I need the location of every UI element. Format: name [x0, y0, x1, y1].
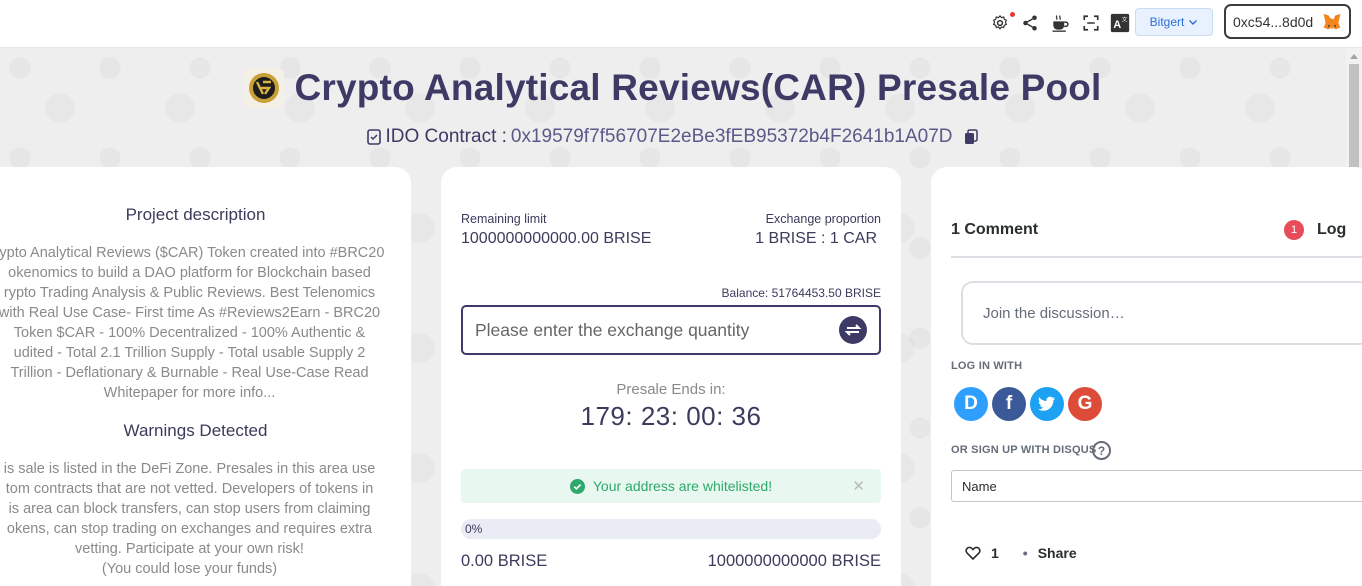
- network-selector[interactable]: Bitgert: [1135, 8, 1213, 36]
- warning-line: is sale is listed in the DeFi Zone. Pres…: [3, 461, 376, 477]
- disqus-login-icon[interactable]: D: [954, 387, 988, 421]
- project-info-card: Project description rypto Analytical Rev…: [0, 167, 411, 586]
- bullet-separator: •: [1022, 545, 1028, 561]
- close-icon[interactable]: ✕: [852, 477, 865, 495]
- whitelist-message: Your address are whitelisted!: [592, 478, 773, 494]
- share-link[interactable]: Share: [1038, 545, 1077, 561]
- countdown-timer: 179: 23: 00: 36: [580, 401, 762, 431]
- fullscreen-icon[interactable]: [1080, 12, 1102, 34]
- scroll-up-arrow[interactable]: [1350, 54, 1358, 59]
- login-with-label: LOG IN WITH: [951, 360, 1023, 372]
- comments-card: 1 Comment 1 Log Join the discussion… LOG…: [931, 167, 1362, 586]
- translate-icon[interactable]: A文: [1109, 12, 1131, 34]
- facebook-login-icon[interactable]: f: [992, 387, 1026, 421]
- check-circle-icon: [569, 478, 585, 494]
- page-title: Crypto Analytical Reviews(CAR) Presale P…: [294, 67, 1102, 108]
- exchange-proportion-label: Exchange proportion: [765, 212, 881, 226]
- presale-ends-label: Presale Ends in:: [616, 381, 726, 398]
- warning-line: (You could lose your funds): [101, 561, 278, 577]
- settings-icon[interactable]: [989, 12, 1011, 34]
- name-field[interactable]: Name: [951, 470, 1362, 502]
- vote-count: 1: [991, 545, 999, 561]
- comment-actions: 1 • Share: [965, 545, 1077, 561]
- balance-text: Balance: 51764453.50 BRISE: [721, 286, 881, 300]
- comments-title: 1 Comment: [951, 221, 1039, 238]
- top-bar: A文 Bitgert 0xc54...8d0d: [0, 0, 1362, 48]
- page-header: Crypto Analytical Reviews(CAR) Presale P…: [0, 65, 1346, 111]
- exchange-proportion-value: 1 BRISE : 1 CAR: [755, 230, 877, 247]
- warning-line: vetting. Participate at your own risk!: [75, 541, 304, 557]
- svg-text:文: 文: [1122, 15, 1128, 23]
- google-login-icon[interactable]: G: [1068, 387, 1102, 421]
- description-line: rypto Analytical Reviews ($CAR) Token cr…: [0, 245, 385, 261]
- contract-label: IDO Contract :: [385, 126, 507, 147]
- warning-line: is area can block transfers, can stop us…: [8, 501, 371, 517]
- contract-row: IDO Contract : 0x19579f7f56707E2eBe3fEB9…: [0, 124, 1346, 150]
- whitelist-alert: Your address are whitelisted! ✕: [461, 469, 881, 503]
- description-line: Trillion - Deflationary & Burnable - Rea…: [10, 365, 369, 381]
- wallet-address: 0xc54...8d0d: [1233, 13, 1314, 30]
- description-heading: Project description: [125, 205, 266, 224]
- warnings-heading: Warnings Detected: [123, 421, 268, 440]
- contract-address[interactable]: 0x19579f7f56707E2eBe3fEB95372b4F2641b1A0…: [511, 126, 953, 148]
- description-line: udited - Total 2.1 Trillion Supply - Tot…: [13, 345, 366, 361]
- warning-line: okens, can stop trading on exchanges and…: [6, 521, 373, 537]
- login-link[interactable]: Log: [1317, 221, 1346, 239]
- share-icon[interactable]: [1019, 12, 1041, 34]
- chevron-down-icon: [1189, 20, 1198, 25]
- join-placeholder: Join the discussion…: [983, 304, 1125, 322]
- description-line: Token $CAR - 100% Decentralized - 100% A…: [13, 325, 366, 341]
- warning-line: tom contracts that are not vetted. Devel…: [5, 481, 374, 497]
- raised-value: 0.00 BRISE: [461, 552, 548, 570]
- wallet-button[interactable]: 0xc54...8d0d: [1224, 4, 1351, 39]
- comments-divider: [951, 256, 1362, 258]
- copy-icon[interactable]: [963, 129, 979, 145]
- description-line: rypto Trading Analysis & Public Reviews.…: [3, 285, 376, 301]
- progress-text: 0%: [465, 522, 483, 536]
- exchange-quantity-input[interactable]: Please enter the exchange quantity: [461, 305, 881, 355]
- swap-icon[interactable]: [839, 316, 867, 344]
- coffee-icon[interactable]: [1049, 12, 1071, 34]
- metamask-fox-icon: [1323, 13, 1342, 29]
- svg-text:A: A: [1113, 19, 1121, 31]
- name-placeholder: Name: [962, 478, 997, 494]
- join-discussion-input[interactable]: Join the discussion…: [961, 281, 1362, 345]
- help-icon[interactable]: ?: [1092, 441, 1111, 460]
- twitter-login-icon[interactable]: [1030, 387, 1064, 421]
- notification-dot: [1010, 12, 1015, 17]
- project-logo: [244, 68, 285, 108]
- contract-icon: [367, 129, 382, 145]
- progress-bar: 0%: [461, 519, 881, 539]
- remaining-limit-label: Remaining limit: [461, 212, 547, 226]
- presale-card: Remaining limit 1000000000000.00 BRISE E…: [441, 167, 901, 586]
- remaining-limit-value: 1000000000000.00 BRISE: [461, 230, 652, 247]
- network-label: Bitgert: [1149, 15, 1185, 29]
- notification-badge[interactable]: 1: [1284, 220, 1304, 240]
- heart-icon[interactable]: [965, 546, 981, 560]
- signup-label: OR SIGN UP WITH DISQUS: [951, 444, 1097, 456]
- description-line: okenomics to build a DAO platform for Bl…: [8, 265, 371, 281]
- cap-value: 1000000000000 BRISE: [707, 552, 881, 570]
- description-line: Whitepaper for more info...: [103, 385, 276, 401]
- exchange-placeholder: Please enter the exchange quantity: [475, 319, 750, 340]
- description-line: with Real Use Case- First time As #Revie…: [0, 305, 381, 321]
